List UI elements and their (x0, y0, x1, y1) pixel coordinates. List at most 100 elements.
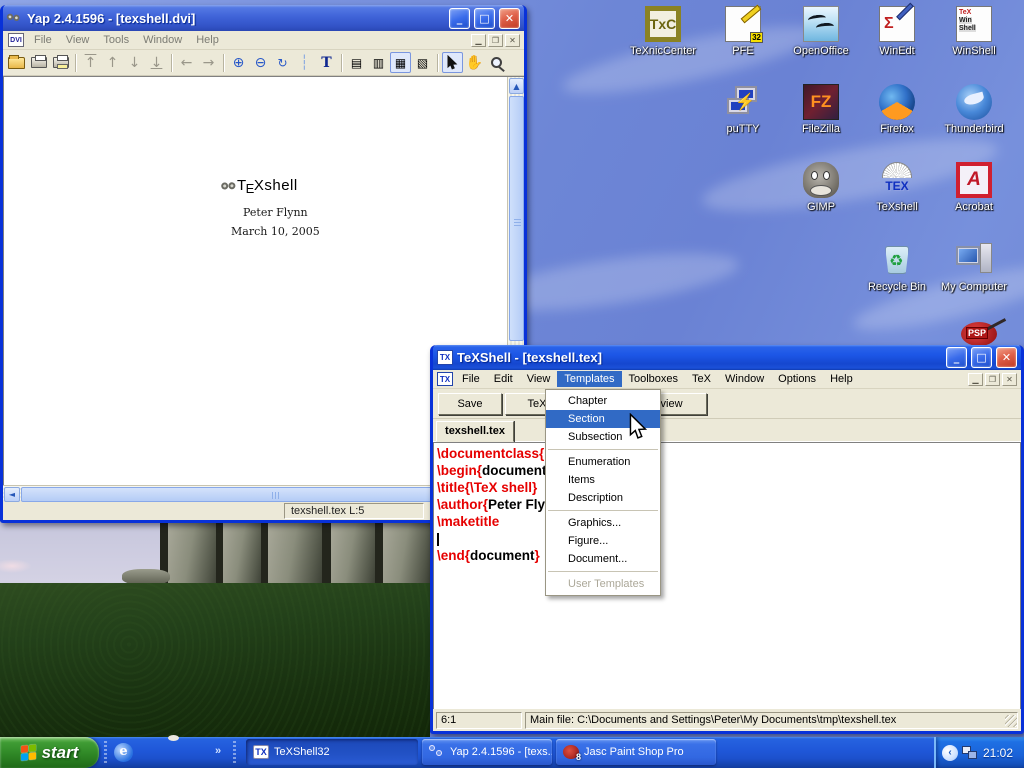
mdi-restore-icon[interactable]: ❐ (488, 34, 503, 47)
menu-item-user-templates: User Templates (546, 575, 660, 593)
desktop-icon-paint-shop-pro-partial[interactable]: PSP (955, 322, 1007, 346)
print-setup-icon[interactable] (50, 52, 71, 73)
icon-label: Thunderbird (935, 123, 1013, 135)
task-button-texshell32[interactable]: TX TeXShell32 (246, 739, 418, 765)
menu-options[interactable]: Options (771, 371, 823, 387)
scrollbar-thumb[interactable] (509, 96, 524, 341)
desktop-icon-putty[interactable]: ⚡ puTTY (704, 84, 782, 135)
desktop-icon-my-computer[interactable]: My Computer (935, 242, 1013, 293)
last-page-icon[interactable]: ↓ (146, 52, 167, 73)
quicklaunch-internet-explorer-icon[interactable]: e (114, 743, 133, 762)
quicklaunch-overflow-chevron-icon[interactable]: » (215, 745, 221, 757)
texshell-window-title: TeXShell - [texshell.tex] (457, 350, 942, 365)
desktop-icon-gimp[interactable]: GIMP (782, 162, 860, 213)
forward-icon[interactable]: → (198, 52, 219, 73)
icon-label: My Computer (935, 281, 1013, 293)
task-button-paint-shop-pro[interactable]: Jasc Paint Shop Pro (556, 739, 716, 765)
yap-menu-view[interactable]: View (59, 32, 97, 48)
psp-task-icon (563, 745, 579, 759)
editor-area[interactable]: \documentclass{ \begin{document} \title{… (433, 442, 1021, 709)
desktop-icon-winshell[interactable]: TeXWinShell WinShell (935, 6, 1013, 57)
first-page-icon[interactable]: ↑ (80, 52, 101, 73)
yap-menu-file[interactable]: File (27, 32, 59, 48)
network-status-icon[interactable] (962, 746, 979, 760)
yap-app-icon (6, 9, 24, 27)
menu-tex[interactable]: TeX (685, 371, 718, 387)
maximize-button[interactable]: □ (474, 8, 495, 29)
menu-templates[interactable]: Templates (557, 371, 621, 387)
menu-edit[interactable]: Edit (487, 371, 520, 387)
text-icon[interactable]: T (316, 52, 337, 73)
desktop-icon-texshell[interactable]: TEX TeXshell (858, 162, 936, 213)
scroll-left-icon[interactable]: ◄ (4, 487, 20, 502)
mdi-close-icon[interactable]: ✕ (1002, 373, 1017, 386)
start-button[interactable]: start (0, 737, 99, 768)
menu-item-description[interactable]: Description (546, 489, 660, 507)
yap-menu-help[interactable]: Help (189, 32, 226, 48)
next-page-icon[interactable]: ↓ (124, 52, 145, 73)
menu-item-document[interactable]: Document... (546, 550, 660, 568)
gimp-icon (803, 162, 839, 198)
continuous-view-icon[interactable]: ▦ (390, 52, 411, 73)
ruler-icon[interactable]: ┆ (294, 52, 315, 73)
select-pointer-icon[interactable] (442, 52, 463, 73)
zoom-in-icon[interactable]: ⊕ (228, 52, 249, 73)
texshell-titlebar[interactable]: TX TeXShell - [texshell.tex] _ □ ✕ (433, 345, 1021, 370)
pan-hand-icon[interactable]: ✋ (464, 52, 485, 73)
menu-item-chapter[interactable]: Chapter (546, 392, 660, 410)
icon-label: WinEdt (858, 45, 936, 57)
minimize-button[interactable]: _ (449, 8, 470, 29)
previous-page-icon[interactable]: ↑ (102, 52, 123, 73)
tab-texshell-tex[interactable]: texshell.tex (436, 421, 514, 442)
menu-item-graphics[interactable]: Graphics... (546, 514, 660, 532)
facing-pages-icon[interactable]: ▥ (368, 52, 389, 73)
yap-menu-window[interactable]: Window (136, 32, 189, 48)
back-icon[interactable]: ← (176, 52, 197, 73)
yap-titlebar[interactable]: Yap 2.4.1596 - [texshell.dvi] _ □ ✕ (3, 5, 524, 31)
menu-help[interactable]: Help (823, 371, 860, 387)
open-icon[interactable] (6, 52, 27, 73)
desktop-icon-thunderbird[interactable]: Thunderbird (935, 84, 1013, 135)
hide-icons-chevron-icon[interactable]: ‹ (942, 745, 958, 761)
menu-item-figure[interactable]: Figure... (546, 532, 660, 550)
zoom-out-icon[interactable]: ⊖ (250, 52, 271, 73)
menu-item-items[interactable]: Items (546, 471, 660, 489)
desktop-icon-pfe[interactable]: 32 PFE (704, 6, 782, 57)
texshell-icon: TEX (879, 162, 915, 198)
save-button[interactable]: Save (438, 393, 502, 415)
desktop-icon-filezilla[interactable]: FZ FileZilla (782, 84, 860, 135)
task-button-yap[interactable]: Yap 2.4.1596 - [texs... (422, 739, 552, 765)
stone (331, 521, 375, 588)
close-button[interactable]: ✕ (499, 8, 520, 29)
menu-item-enumeration[interactable]: Enumeration (546, 453, 660, 471)
refresh-icon[interactable]: ↻ (272, 52, 293, 73)
menu-file[interactable]: File (455, 371, 487, 387)
maximize-button[interactable]: □ (971, 347, 992, 368)
continuous-facing-icon[interactable]: ▧ (412, 52, 433, 73)
icon-label: PFE (704, 45, 782, 57)
mdi-close-icon[interactable]: ✕ (505, 34, 520, 47)
minimize-button[interactable]: _ (946, 347, 967, 368)
mdi-minimize-icon[interactable]: ▁ (471, 34, 486, 47)
desktop-icon-winedt[interactable]: Σ WinEdt (858, 6, 936, 57)
icon-label: OpenOffice (782, 45, 860, 57)
desktop-icon-firefox[interactable]: Firefox (858, 84, 936, 135)
desktop-icon-acrobat[interactable]: A Acrobat (935, 162, 1013, 213)
scroll-up-icon[interactable]: ▲ (509, 78, 524, 94)
wallpaper-stonehenge (0, 521, 430, 737)
desktop-icon-texniccenter[interactable]: TxC TeXnicCenter (624, 6, 702, 57)
desktop-icon-recycle-bin[interactable]: ♻ Recycle Bin (858, 242, 936, 293)
desktop-icon-openoffice[interactable]: OpenOffice (782, 6, 860, 57)
task-label: Jasc Paint Shop Pro (584, 746, 684, 758)
menu-view[interactable]: View (520, 371, 558, 387)
yap-menu-tools[interactable]: Tools (96, 32, 136, 48)
mdi-minimize-icon[interactable]: ▁ (968, 373, 983, 386)
close-button[interactable]: ✕ (996, 347, 1017, 368)
magnifier-icon[interactable] (486, 52, 507, 73)
print-icon[interactable] (28, 52, 49, 73)
resize-grip[interactable] (1005, 715, 1017, 727)
mdi-restore-icon[interactable]: ❐ (985, 373, 1000, 386)
menu-window[interactable]: Window (718, 371, 771, 387)
menu-toolboxes[interactable]: Toolboxes (622, 371, 686, 387)
single-page-icon[interactable]: ▤ (346, 52, 367, 73)
